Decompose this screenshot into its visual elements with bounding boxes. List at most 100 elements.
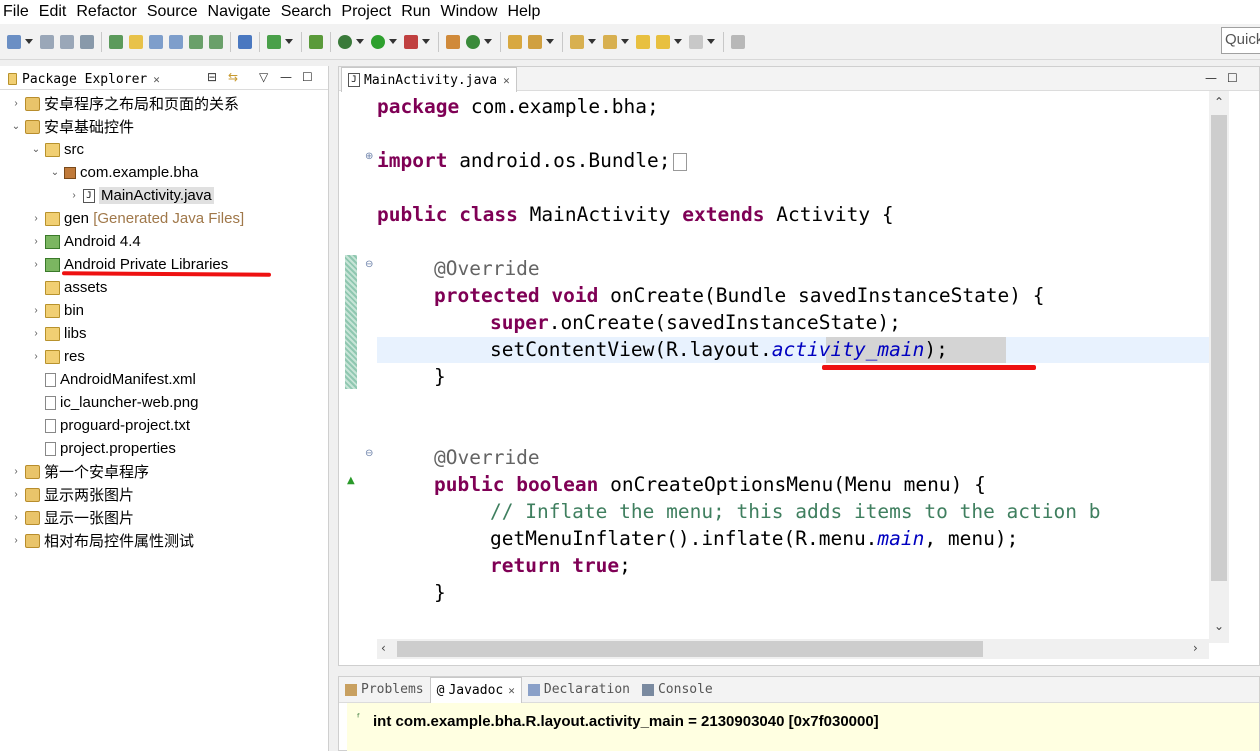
tree-item-src[interactable]: ⌄ src xyxy=(30,138,84,161)
tree-item-project[interactable]: › 安卓程序之布局和页面的关系 xyxy=(10,92,239,115)
close-icon[interactable]: ✕ xyxy=(153,73,160,86)
maximize-icon[interactable]: ☐ xyxy=(1227,71,1238,85)
open-type-icon[interactable] xyxy=(508,34,522,49)
search-icon[interactable] xyxy=(528,34,542,49)
collapse-icon[interactable]: ⌄ xyxy=(49,167,61,178)
run-icon[interactable] xyxy=(371,34,385,49)
new-class-icon[interactable] xyxy=(466,34,480,49)
expand-icon[interactable]: › xyxy=(30,328,42,339)
tree-item-package[interactable]: ⌄ com.example.bha xyxy=(49,161,199,184)
minimize-icon[interactable]: — xyxy=(280,70,292,84)
tab-javadoc[interactable]: @ Javadoc ✕ xyxy=(429,676,522,703)
scroll-left-icon[interactable]: ‹ xyxy=(381,641,386,655)
code-line[interactable]: @Override xyxy=(434,255,540,282)
search-dropdown-icon[interactable] xyxy=(546,39,554,44)
external-tools-icon[interactable] xyxy=(404,34,418,49)
save-icon[interactable] xyxy=(40,34,54,49)
task-icon[interactable] xyxy=(267,34,281,49)
code-line[interactable]: super.onCreate(savedInstanceState); xyxy=(490,309,901,336)
tree-item-project[interactable]: › 相对布局控件属性测试 xyxy=(10,529,194,552)
new-dropdown-icon[interactable] xyxy=(25,39,33,44)
menu-file[interactable]: File xyxy=(0,1,36,23)
code-line[interactable]: // Inflate the menu; this adds items to … xyxy=(490,498,1207,525)
new-class-dropdown-icon[interactable] xyxy=(484,39,492,44)
code-line[interactable]: @Override xyxy=(434,444,540,471)
menu-refactor[interactable]: Refactor xyxy=(73,1,143,23)
quick-access-input[interactable]: Quick xyxy=(1221,27,1260,54)
tree-item-folder[interactable]: › bin xyxy=(30,299,84,322)
tree-item-project[interactable]: › 第一个安卓程序 xyxy=(10,460,149,483)
expand-icon[interactable]: › xyxy=(10,98,22,109)
scroll-up-icon[interactable]: ⌃ xyxy=(1214,95,1224,109)
tab-declaration[interactable]: Declaration xyxy=(522,677,636,703)
menu-window[interactable]: Window xyxy=(438,1,505,23)
scroll-right-icon[interactable]: › xyxy=(1193,641,1198,655)
android-sdk-icon[interactable] xyxy=(109,34,123,49)
field-reference[interactable]: activity_main xyxy=(772,338,925,361)
previous-annotation-icon[interactable] xyxy=(603,34,617,49)
close-icon[interactable]: ✕ xyxy=(508,684,515,697)
collapse-fold-icon[interactable]: ⊖ xyxy=(365,448,373,459)
skip-breakpoints-icon[interactable] xyxy=(238,34,252,49)
code-line[interactable]: } xyxy=(434,579,446,606)
expand-icon[interactable]: › xyxy=(10,489,22,500)
menu-run[interactable]: Run xyxy=(398,1,437,23)
forward-icon[interactable] xyxy=(689,34,703,49)
previous-annotation-dropdown-icon[interactable] xyxy=(621,39,629,44)
back-dropdown-icon[interactable] xyxy=(674,39,682,44)
code-line[interactable]: public boolean onCreateOptionsMenu(Menu … xyxy=(434,471,986,498)
tree-item-folder[interactable]: › res xyxy=(30,345,85,368)
code-line[interactable]: } xyxy=(434,363,446,390)
scroll-down-icon[interactable]: ⌄ xyxy=(1214,619,1224,633)
new-java-package-icon[interactable] xyxy=(446,34,460,49)
tree-item-file[interactable]: proguard-project.txt xyxy=(30,414,190,437)
tree-item-file[interactable]: ic_launcher-web.png xyxy=(30,391,198,414)
save-all-icon[interactable] xyxy=(60,34,74,49)
link-with-editor-icon[interactable]: ⇆ xyxy=(228,70,238,84)
toggle-block-icon[interactable] xyxy=(149,34,163,49)
download-icon[interactable] xyxy=(189,34,203,49)
external-tools-dropdown-icon[interactable] xyxy=(422,39,430,44)
print-icon[interactable] xyxy=(80,34,94,49)
tree-item-mainactivity[interactable]: › J MainActivity.java xyxy=(68,184,214,207)
tree-item-file[interactable]: project.properties xyxy=(30,437,176,460)
code-line[interactable]: getMenuInflater().inflate(R.menu.main, m… xyxy=(490,525,1018,552)
maximize-icon[interactable]: ☐ xyxy=(302,70,313,84)
tree-item-gen[interactable]: › gen [Generated Java Files] xyxy=(30,207,244,230)
next-annotation-icon[interactable] xyxy=(570,34,584,49)
horizontal-scroll-thumb[interactable] xyxy=(397,641,983,657)
tree-item-library[interactable]: › Android 4.4 xyxy=(30,230,140,253)
highlight-icon[interactable] xyxy=(129,34,143,49)
tree-item-folder[interactable]: assets xyxy=(30,276,107,299)
debug-icon[interactable] xyxy=(338,34,352,49)
tree-item-project[interactable]: ⌄ 安卓基础控件 xyxy=(10,115,134,138)
tree-item-folder[interactable]: › libs xyxy=(30,322,86,345)
tab-console[interactable]: Console xyxy=(636,677,719,703)
run-dropdown-icon[interactable] xyxy=(389,39,397,44)
next-annotation-dropdown-icon[interactable] xyxy=(588,39,596,44)
folded-import-icon[interactable] xyxy=(672,152,687,171)
collapse-icon[interactable]: ⌄ xyxy=(10,121,22,132)
menu-navigate[interactable]: Navigate xyxy=(205,1,278,23)
show-whitespace-icon[interactable] xyxy=(169,34,183,49)
expand-icon[interactable]: › xyxy=(30,305,42,316)
code-line[interactable]: setContentView(R.layout.activity_main); xyxy=(490,336,948,363)
view-menu-icon[interactable]: ▽ xyxy=(259,70,268,84)
field-reference[interactable]: main xyxy=(877,527,924,550)
code-line[interactable]: return true; xyxy=(490,552,631,579)
menu-help[interactable]: Help xyxy=(504,1,547,23)
code-line[interactable]: package com.example.bha; xyxy=(377,93,659,120)
tree-item-library[interactable]: › Android Private Libraries xyxy=(30,253,228,276)
tab-mainactivity-java[interactable]: J MainActivity.java ✕ xyxy=(341,67,517,92)
back-icon[interactable] xyxy=(656,34,670,49)
expand-icon[interactable]: › xyxy=(30,236,42,247)
menu-edit[interactable]: Edit xyxy=(36,1,74,23)
new-project-icon[interactable] xyxy=(309,34,323,49)
expand-icon[interactable]: › xyxy=(30,351,42,362)
close-icon[interactable]: ✕ xyxy=(503,74,510,87)
tab-package-explorer[interactable]: Package Explorer ✕ xyxy=(4,68,160,90)
expand-icon[interactable]: › xyxy=(68,190,80,201)
vertical-scroll-thumb[interactable] xyxy=(1211,115,1227,581)
tree-item-project[interactable]: › 显示一张图片 xyxy=(10,506,134,529)
expand-fold-icon[interactable]: ⊕ xyxy=(365,151,373,162)
